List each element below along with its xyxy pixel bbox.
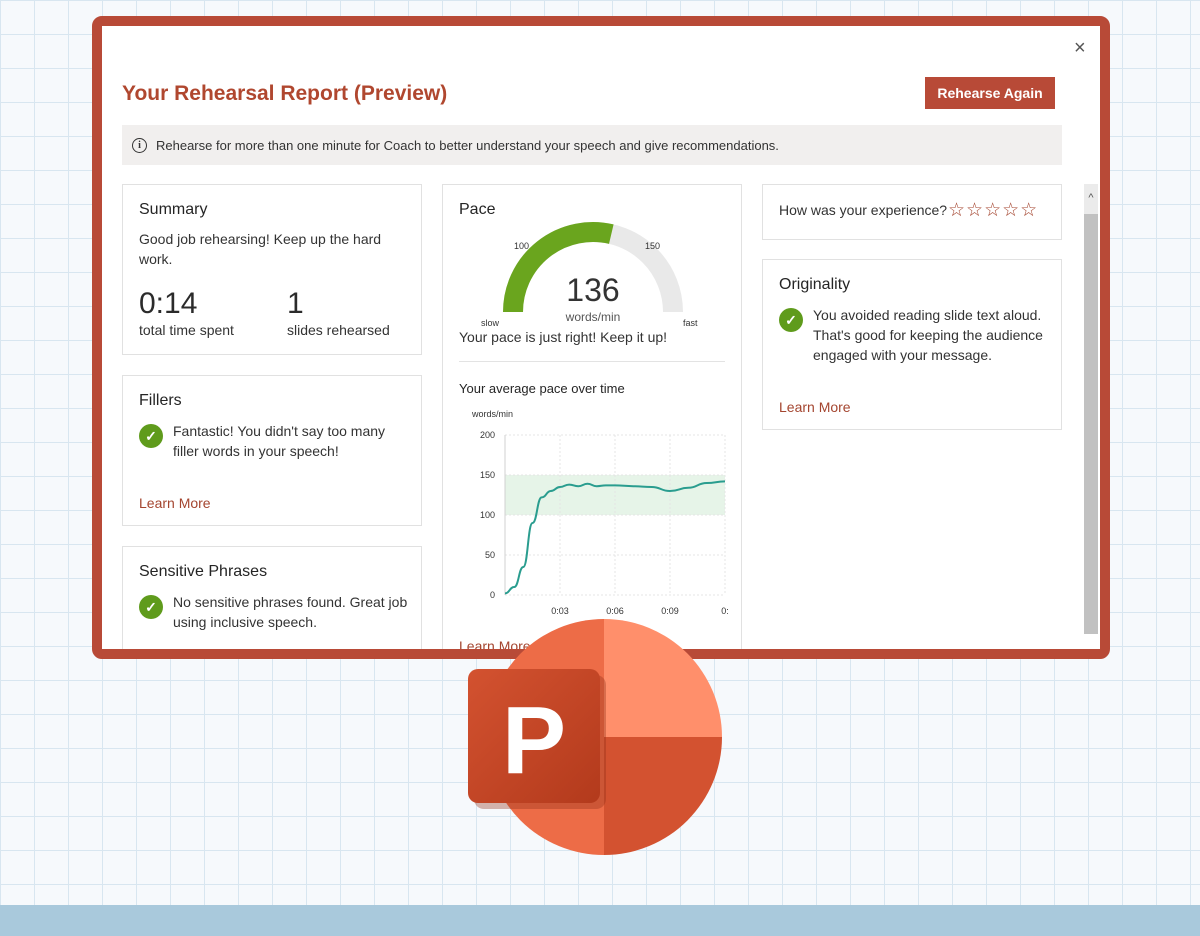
- summary-card: Summary Good job rehearsing! Keep up the…: [122, 184, 422, 355]
- powerpoint-logo: P: [468, 619, 722, 855]
- fillers-message: Fantastic! You didn't say too many fille…: [173, 423, 386, 459]
- y-tick-label: 150: [480, 470, 495, 480]
- pace-unit: words/min: [565, 310, 621, 324]
- pace-card: Pace 100 150 slow fast 136 words/min You…: [442, 184, 742, 649]
- pace-chart-title: Your average pace over time: [459, 381, 625, 396]
- fillers-title: Fillers: [139, 392, 182, 409]
- pace-divider: [459, 361, 725, 362]
- x-tick-label: 0:09: [661, 606, 679, 616]
- sensitive-message: No sensitive phrases found. Great job us…: [173, 594, 408, 630]
- sensitive-phrases-card: Sensitive Phrases ✓ No sensitive phrases…: [122, 546, 422, 649]
- check-icon: ✓: [779, 308, 803, 332]
- x-tick-label: 0:06: [606, 606, 624, 616]
- rehearse-again-button[interactable]: Rehearse Again: [925, 77, 1055, 109]
- time-spent-value: 0:14: [139, 287, 198, 320]
- star-rating-icons[interactable]: ☆☆☆☆☆: [948, 199, 1038, 222]
- y-tick-label: 0: [490, 590, 495, 600]
- gauge-fast-label: fast: [683, 318, 698, 328]
- x-tick-label: 0:03: [551, 606, 569, 616]
- experience-question: How was your experience?: [779, 202, 948, 218]
- originality-learn-more-link[interactable]: Learn More: [779, 399, 851, 415]
- originality-title: Originality: [779, 276, 851, 293]
- pace-line-chart: words/min 200 150 100 50 0 0:03 0:06 0:09 0:: [471, 409, 729, 616]
- info-text: Rehearse for more than one minute for Co…: [156, 137, 779, 153]
- screenshot-frame: × Your Rehearsal Report (Preview) Rehear…: [92, 16, 1110, 659]
- fillers-learn-more-link[interactable]: Learn More: [139, 495, 211, 511]
- gauge-tick-150: 150: [645, 241, 660, 251]
- y-tick-label: 50: [485, 550, 495, 560]
- pace-message: Your pace is just right! Keep it up!: [459, 329, 668, 345]
- check-icon: ✓: [139, 424, 163, 448]
- check-icon: ✓: [139, 595, 163, 619]
- pace-value: 136: [566, 272, 619, 308]
- slides-label: slides rehearsed: [287, 322, 390, 338]
- page-title: Your Rehearsal Report (Preview): [122, 82, 448, 105]
- originality-card: Originality ✓ You avoided reading slide …: [762, 259, 1062, 430]
- logo-letter: P: [502, 687, 566, 794]
- summary-message: Good job rehearsing! Keep up the hard wo…: [139, 231, 382, 267]
- time-spent-label: total time spent: [139, 322, 234, 338]
- background-band: [0, 905, 1200, 936]
- y-tick-label: 100: [480, 510, 495, 520]
- scroll-up-icon[interactable]: ^: [1084, 192, 1098, 204]
- vertical-scrollbar[interactable]: ^: [1084, 184, 1098, 634]
- slides-value: 1: [287, 287, 304, 320]
- fillers-card: Fillers ✓ Fantastic! You didn't say too …: [122, 375, 422, 526]
- info-banner: i Rehearse for more than one minute for …: [122, 125, 1062, 165]
- rehearsal-report-dialog: × Your Rehearsal Report (Preview) Rehear…: [102, 26, 1100, 649]
- originality-message: You avoided reading slide text aloud. Th…: [813, 307, 1043, 363]
- scroll-thumb[interactable]: [1084, 214, 1098, 634]
- gauge-tick-100: 100: [514, 241, 529, 251]
- sensitive-title: Sensitive Phrases: [139, 563, 268, 580]
- y-tick-label: 200: [480, 430, 495, 440]
- x-tick-label: 0:: [721, 606, 729, 616]
- close-icon[interactable]: ×: [1074, 38, 1086, 58]
- chart-y-axis-label: words/min: [471, 409, 513, 419]
- summary-title: Summary: [139, 201, 208, 218]
- info-icon: i: [132, 137, 147, 153]
- experience-card: How was your experience? ☆☆☆☆☆: [762, 184, 1062, 240]
